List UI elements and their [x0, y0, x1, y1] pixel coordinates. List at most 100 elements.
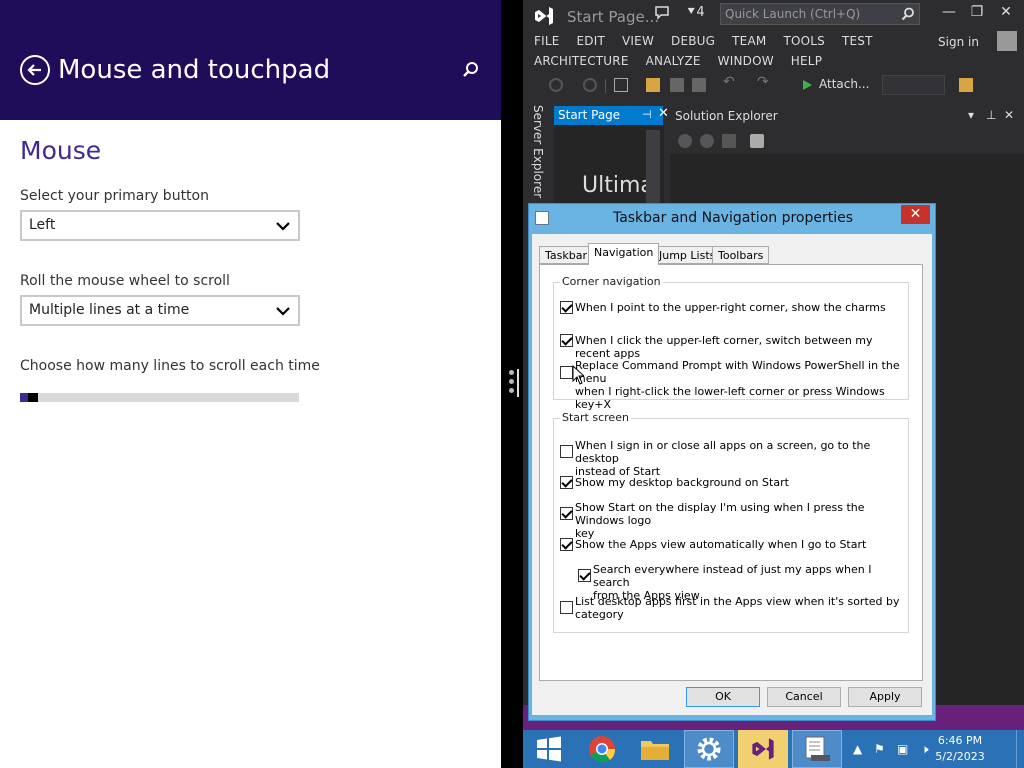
ok-button[interactable]: OK [686, 687, 760, 707]
settings-taskbar-button[interactable] [684, 730, 734, 768]
find-in-files-icon[interactable] [959, 78, 973, 92]
checkbox[interactable] [560, 538, 573, 551]
back-icon[interactable] [678, 134, 692, 148]
visual-studio-logo-icon [535, 7, 553, 25]
checkbox[interactable] [560, 301, 573, 314]
start-button[interactable] [524, 730, 574, 768]
checkbox[interactable] [560, 445, 573, 458]
checkbox-label: Show the Apps view automatically when I … [575, 538, 867, 551]
checkbox[interactable] [560, 476, 573, 489]
close-icon[interactable]: ✕ [1004, 108, 1014, 122]
action-center-flag-icon[interactable]: ⚑ [874, 742, 885, 756]
checkbox[interactable] [560, 334, 573, 347]
apply-button[interactable]: Apply [848, 687, 922, 707]
taskbar-navigation-dialog: Taskbar and Navigation properties ✕ Task… [528, 203, 936, 721]
dialog-close-button[interactable]: ✕ [901, 205, 930, 224]
tab-navigation[interactable]: Navigation [588, 243, 660, 265]
menu-bar-row-2: ARCHITECTURE ANALYZE WINDOW HELP [534, 54, 839, 68]
primary-button-select[interactable]: Left [20, 210, 300, 241]
close-tab-icon[interactable]: ✕ [658, 106, 669, 121]
redo-icon[interactable]: ↷ [757, 74, 771, 90]
taskbar-properties-taskbar-button[interactable] [792, 730, 842, 768]
avatar[interactable] [997, 31, 1017, 51]
toolbar-separator [605, 79, 606, 93]
save-all-icon[interactable] [692, 78, 706, 92]
home-icon[interactable] [722, 134, 736, 148]
lines-to-scroll-slider[interactable] [20, 393, 299, 402]
slider-thumb[interactable] [28, 393, 38, 402]
checkbox-label: Replace Command Prompt with Windows Powe… [575, 359, 900, 411]
pin-icon[interactable]: ⊥ [986, 108, 996, 122]
tab-toolbars[interactable]: Toolbars [712, 246, 770, 264]
dialog-body: Taskbar Navigation Jump Lists Toolbars C… [532, 234, 932, 715]
menu-window[interactable]: WINDOW [718, 54, 774, 68]
menu-view[interactable]: VIEW [622, 34, 654, 48]
checkbox-label: Show Start on the display I'm using when… [575, 501, 865, 540]
page-title: Mouse and touchpad [58, 55, 331, 85]
dialog-title: Taskbar and Navigation properties [612, 210, 854, 226]
vs-window-title: Start Page... [567, 8, 660, 26]
network-icon[interactable]: ▣ [897, 742, 908, 756]
search-icon[interactable] [462, 61, 480, 79]
navigate-back-icon[interactable] [549, 78, 563, 92]
pin-icon[interactable]: ⊣ [642, 108, 652, 121]
minimize-button[interactable]: — [935, 4, 963, 20]
scroll-mode-select[interactable]: Multiple lines at a time [20, 295, 300, 326]
chrome-taskbar-button[interactable] [577, 730, 627, 768]
checkbox-label: Show my desktop background on Start [575, 476, 789, 489]
server-explorer-tab[interactable]: Server Explorer [531, 105, 545, 198]
panel-dropdown-icon[interactable]: ▾ [968, 108, 974, 122]
tab-start-page[interactable]: Start Page ⊣ ✕ [554, 106, 669, 125]
solution-explorer-toolbar [670, 128, 1024, 154]
start-page-scrollbar[interactable] [646, 130, 660, 210]
forward-icon[interactable] [700, 134, 714, 148]
settings-header: Mouse and touchpad [0, 0, 501, 120]
notification-icon[interactable] [654, 5, 670, 20]
notification-count[interactable]: ⯆4 [686, 5, 705, 20]
search-icon [901, 7, 914, 21]
chrome-icon [589, 736, 616, 763]
solution-explorer-title: Solution Explorer [675, 109, 778, 123]
navigate-forward-icon[interactable] [583, 78, 597, 92]
menu-analyze[interactable]: ANALYZE [646, 54, 701, 68]
checkbox-label: When I sign in or close all apps on a sc… [575, 439, 871, 478]
checkbox[interactable] [560, 507, 573, 520]
menu-architecture[interactable]: ARCHITECTURE [534, 54, 629, 68]
properties-wrench-icon[interactable] [750, 134, 764, 148]
mouse-cursor-icon [572, 365, 584, 385]
solution-config-combo[interactable] [882, 75, 945, 95]
new-project-icon[interactable] [614, 78, 628, 92]
menu-team[interactable]: TEAM [732, 34, 766, 48]
divider-grip[interactable] [509, 370, 514, 397]
menu-file[interactable]: FILE [534, 34, 560, 48]
menu-test[interactable]: TEST [842, 34, 873, 48]
back-button[interactable] [20, 55, 50, 85]
open-file-icon[interactable] [646, 78, 660, 92]
cancel-button[interactable]: Cancel [767, 687, 841, 707]
sign-in-link[interactable]: Sign in [938, 35, 979, 49]
attach-button[interactable]: Attach... [819, 77, 869, 91]
checkbox[interactable] [560, 601, 573, 614]
menu-tools[interactable]: TOOLS [783, 34, 825, 48]
menu-debug[interactable]: DEBUG [671, 34, 715, 48]
quick-launch-placeholder: Quick Launch (Ctrl+Q) [725, 7, 861, 21]
checkbox[interactable] [578, 569, 591, 582]
menu-edit[interactable]: EDIT [577, 34, 606, 48]
quick-launch-input[interactable]: Quick Launch (Ctrl+Q) [720, 3, 920, 25]
menu-help[interactable]: HELP [791, 54, 822, 68]
tab-taskbar[interactable]: Taskbar [539, 246, 593, 264]
file-explorer-taskbar-button[interactable] [630, 730, 680, 768]
taskbar-clock[interactable]: 6:46 PM 5/2/2023 [925, 733, 995, 765]
visual-studio-taskbar-button[interactable] [738, 730, 788, 768]
save-icon[interactable] [670, 78, 684, 92]
restore-button[interactable]: ❐ [963, 4, 991, 20]
undo-icon[interactable]: ↶ [723, 74, 737, 90]
chevron-down-icon [276, 307, 290, 316]
menu-bar-row-1: FILE EDIT VIEW DEBUG TEAM TOOLS TEST [534, 34, 890, 48]
show-desktop-button[interactable] [1016, 730, 1024, 768]
vs-titlebar: Start Page... ⯆4 Quick Launch (Ctrl+Q) —… [523, 0, 1024, 30]
show-hidden-icons-button[interactable]: ▲ [853, 742, 862, 756]
close-button[interactable]: ✕ [992, 4, 1020, 20]
vs-toolbar: ↶ ↷ [523, 73, 1024, 99]
windows-logo-icon [537, 736, 561, 762]
